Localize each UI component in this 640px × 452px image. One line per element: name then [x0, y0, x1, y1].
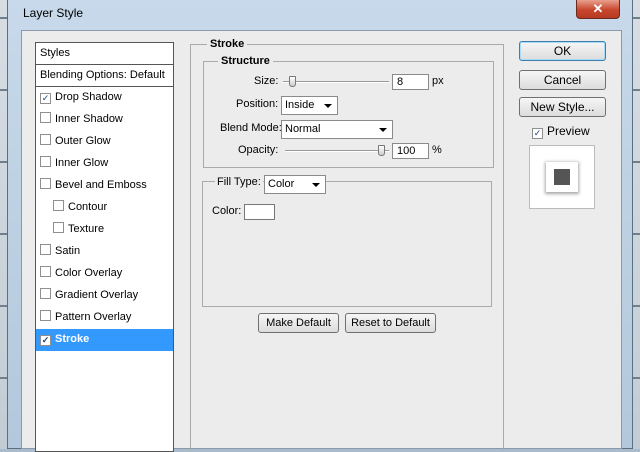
style-list-item-label: Contour: [68, 201, 108, 213]
style-list-item-label: Bevel and Emboss: [55, 179, 147, 191]
style-checkbox[interactable]: [40, 134, 51, 145]
style-list-item[interactable]: ✓ Stroke: [36, 329, 173, 351]
opacity-label: Opacity:: [238, 144, 279, 156]
stroke-group-title: Stroke: [207, 38, 248, 50]
style-list-item[interactable]: Gradient Overlay: [36, 285, 173, 307]
position-value: Inside: [285, 99, 315, 111]
preview-square: [554, 169, 570, 185]
structure-group: Structure Size: 8 px Position: Inside Bl…: [203, 55, 494, 168]
style-checkbox[interactable]: [53, 200, 64, 211]
stroke-group: Stroke Structure Size: 8 px Position: In…: [190, 38, 504, 450]
preview-checkbox-row[interactable]: ✓ Preview: [532, 124, 590, 139]
opacity-unit: %: [432, 144, 442, 156]
size-label: Size:: [254, 75, 279, 87]
style-checkbox[interactable]: [40, 310, 51, 321]
style-checkbox[interactable]: [40, 156, 51, 167]
style-list-item[interactable]: Inner Shadow: [36, 109, 173, 131]
style-list-item-label: Inner Shadow: [55, 113, 123, 125]
style-checkbox[interactable]: [40, 244, 51, 255]
style-list-item-label: Inner Glow: [55, 157, 109, 169]
chevron-down-icon: [379, 128, 387, 132]
blend-mode-label: Blend Mode:: [220, 122, 282, 134]
opacity-input[interactable]: 100: [392, 143, 429, 159]
style-list-item[interactable]: Blending Options: Default: [36, 65, 173, 87]
size-slider-thumb[interactable]: [289, 76, 296, 87]
chevron-down-icon: [324, 104, 332, 108]
size-slider-track[interactable]: [283, 81, 389, 83]
color-label: Color:: [212, 205, 242, 217]
style-list-item[interactable]: Satin: [36, 241, 173, 263]
reset-to-default-button[interactable]: Reset to Default: [345, 313, 436, 333]
new-style-button[interactable]: New Style...: [519, 97, 606, 117]
size-unit: px: [432, 75, 444, 87]
cancel-button[interactable]: Cancel: [519, 70, 606, 90]
style-checkbox[interactable]: [40, 178, 51, 189]
position-dropdown[interactable]: Inside: [281, 96, 338, 115]
fill-type-group: Fill Type: Color Color:: [202, 175, 492, 307]
size-input[interactable]: 8: [392, 74, 429, 90]
styles-list: Styles Blending Options: Default ✓ Drop Sha…: [35, 42, 174, 452]
style-list-item-label: Blending Options: Default: [40, 69, 165, 81]
chevron-down-icon: [312, 183, 320, 187]
style-list-item-label: Drop Shadow: [55, 91, 122, 103]
style-preview: [529, 145, 595, 209]
style-list-item[interactable]: Contour: [36, 197, 173, 219]
opacity-slider-thumb[interactable]: [378, 145, 385, 156]
style-checkbox[interactable]: [53, 222, 64, 233]
preview-label: Preview: [547, 124, 590, 138]
style-list-item-label: Color Overlay: [55, 267, 123, 279]
preview-thumbnail: [546, 162, 578, 192]
style-list-item-label: Pattern Overlay: [55, 311, 132, 323]
style-list-item-label: Outer Glow: [55, 135, 111, 147]
style-list-item[interactable]: Texture: [36, 219, 173, 241]
blend-mode-value: Normal: [285, 123, 321, 135]
make-default-button[interactable]: Make Default: [258, 313, 339, 333]
style-checkbox[interactable]: [40, 288, 51, 299]
opacity-slider-track[interactable]: [285, 150, 389, 152]
style-list-item[interactable]: Outer Glow: [36, 131, 173, 153]
fill-type-value: Color: [268, 178, 295, 190]
style-checkbox[interactable]: ✓: [40, 93, 51, 104]
style-list-item[interactable]: Inner Glow: [36, 153, 173, 175]
style-list-item[interactable]: Pattern Overlay: [36, 307, 173, 329]
ok-button[interactable]: OK: [519, 41, 606, 61]
style-list-item[interactable]: ✓ Drop Shadow: [36, 87, 173, 109]
style-checkbox[interactable]: ✓: [40, 335, 51, 346]
fill-type-label: Fill Type:: [215, 176, 263, 188]
close-button[interactable]: ✕: [576, 0, 620, 19]
style-list-item-label: Gradient Overlay: [55, 289, 139, 301]
style-list-item-label: Stroke: [55, 333, 90, 345]
style-list-item[interactable]: Color Overlay: [36, 263, 173, 285]
layer-style-dialog: Layer Style ✕ Styles Blending Options: De…: [7, 0, 633, 452]
dialog-client-area: Styles Blending Options: Default ✓ Drop Sha…: [21, 30, 622, 452]
position-label: Position:: [236, 98, 279, 110]
blend-mode-dropdown[interactable]: Normal: [281, 120, 393, 139]
style-list-item-label: Styles: [40, 47, 70, 59]
style-list-item[interactable]: Bevel and Emboss: [36, 175, 173, 197]
window-title: Layer Style: [23, 6, 84, 20]
style-list-item[interactable]: Styles: [36, 43, 173, 65]
style-list-item-label: Texture: [68, 223, 105, 235]
title-bar[interactable]: Layer Style ✕: [8, 0, 632, 26]
fill-type-dropdown[interactable]: Color: [264, 175, 326, 194]
preview-checkbox[interactable]: ✓: [532, 128, 543, 139]
style-checkbox[interactable]: [40, 112, 51, 123]
style-list-item-label: Satin: [55, 245, 81, 257]
style-checkbox[interactable]: [40, 266, 51, 277]
structure-group-title: Structure: [218, 55, 273, 67]
stroke-color-swatch[interactable]: [244, 204, 275, 220]
